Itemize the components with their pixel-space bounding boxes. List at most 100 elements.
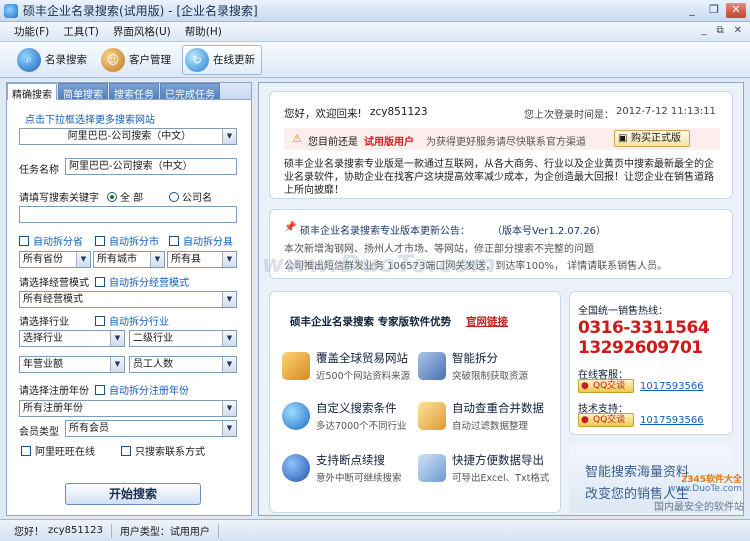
tab-precise-search[interactable]: 精确搜索 — [7, 83, 57, 101]
checkbox-box — [95, 316, 105, 326]
radio-all[interactable]: 全 部 — [107, 189, 143, 204]
minimize-button[interactable]: _ — [682, 3, 702, 18]
revenue-select-value: 年营业额 — [23, 359, 63, 370]
aliwangwang-checkbox[interactable]: 阿里旺旺在线 — [21, 443, 95, 458]
auto-split-business-mode-checkbox[interactable]: 自动拆分经营模式 — [95, 274, 189, 289]
chevron-down-icon: ▼ — [110, 331, 124, 346]
status-username: zcy851123 — [48, 525, 103, 536]
menu-skin[interactable]: 界面风格(U) — [113, 24, 171, 39]
site-select-value: 阿里巴巴-公司搜索（中文） — [67, 131, 192, 142]
reg-year-label: 请选择注册年份 — [19, 386, 89, 397]
update-globe-icon: ↻ — [185, 47, 209, 72]
features-card: 硕丰企业名录搜索 专家版软件优势 官网链接 覆盖全球贸易网站 近500个网站资料… — [269, 291, 561, 513]
chevron-down-icon: ▼ — [76, 252, 90, 267]
business-mode-select[interactable]: 所有经营模式 ▼ — [19, 291, 237, 308]
aliwangwang-label: 阿里旺旺在线 — [35, 447, 95, 458]
qq-number-link[interactable]: 1017593566 — [640, 381, 704, 392]
more-sites-link[interactable]: 点击下拉框选择更多搜索网站 — [25, 111, 155, 126]
contact-card: 全国统一销售热线： 0316-3311564 13292609701 在线客服：… — [569, 291, 733, 435]
menu-help[interactable]: 帮助(H) — [185, 24, 222, 39]
toolbar-customers-button[interactable]: ☺ 客户管理 — [98, 45, 178, 75]
reg-year-select-value: 所有注册年份 — [23, 403, 83, 414]
restore-button[interactable]: ❐ — [704, 3, 724, 18]
feature-item: 自动查重合并数据 自动过滤数据整理 — [418, 398, 548, 438]
auto-split-reg-year-label: 自动拆分注册年份 — [109, 386, 189, 397]
sub-industry-select[interactable]: 二级行业 ▼ — [129, 330, 237, 347]
buy-button[interactable]: ▣ 购买正式版 — [614, 130, 690, 147]
document-icon — [418, 402, 446, 430]
mdi-minimize-button[interactable]: _ — [701, 25, 706, 36]
app-icon — [4, 3, 18, 18]
reg-year-select[interactable]: 所有注册年份 ▼ — [19, 400, 237, 417]
feature-item: 自定义搜索条件 多达7000个不同行业 — [282, 398, 412, 438]
auto-split-city-checkbox[interactable]: 自动拆分市 — [95, 233, 159, 248]
province-select[interactable]: 所有省份 ▼ — [19, 251, 91, 268]
chevron-down-icon: ▼ — [222, 129, 236, 144]
hotline-phone-1: 0316-3311564 — [578, 318, 710, 338]
feature-title: 自动查重合并数据 — [452, 401, 544, 415]
mdi-close-button[interactable]: ✕ — [734, 25, 742, 36]
toolbar-search-label: 名录搜索 — [45, 54, 87, 66]
feature-subtitle: 意外中断可继续搜索 — [316, 473, 402, 484]
employees-select[interactable]: 员工人数 ▼ — [129, 356, 237, 373]
welcome-card: 您好，欢迎回来! zcy851123 您上次登录时间是： 2012-7-12 1… — [269, 91, 733, 199]
feature-subtitle: 多达7000个不同行业 — [316, 421, 407, 432]
radio-company[interactable]: 公司名 — [169, 189, 212, 204]
contact-only-checkbox[interactable]: 只搜索联系方式 — [121, 443, 205, 458]
site-select[interactable]: 阿里巴巴-公司搜索（中文） ▼ — [19, 128, 237, 145]
auto-split-county-checkbox[interactable]: 自动拆分县 — [169, 233, 233, 248]
province-select-value: 所有省份 — [23, 254, 63, 265]
industry-select[interactable]: 选择行业 ▼ — [19, 330, 125, 347]
checkbox-box — [95, 277, 105, 287]
auto-split-province-label: 自动拆分省 — [33, 237, 83, 248]
menu-tools[interactable]: 工具(T) — [63, 24, 99, 39]
industry-label: 请选择行业 — [19, 317, 69, 328]
county-select[interactable]: 所有县 ▼ — [167, 251, 237, 268]
notice-title: 硕丰企业名录搜索专业版本更新公告： — [300, 226, 470, 237]
auto-split-industry-label: 自动拆分行业 — [109, 317, 169, 328]
mdi-controls: _ ⧉ ✕ — [701, 25, 742, 36]
start-search-button[interactable]: 开始搜索 — [65, 483, 201, 505]
person-icon — [418, 352, 446, 380]
chevron-down-icon: ▼ — [222, 292, 236, 307]
features-heading: 硕丰企业名录搜索 专家版软件优势 — [290, 316, 452, 328]
feature-item: 智能拆分 突破限制获取资源 — [418, 348, 548, 388]
checkbox-box — [19, 236, 29, 246]
tab-search-tasks[interactable]: 搜索任务 — [109, 83, 159, 101]
buy-button-label: 购买正式版 — [631, 133, 681, 144]
customers-icon: ☺ — [101, 47, 125, 72]
toolbar-update-button[interactable]: ↻ 在线更新 — [182, 44, 262, 75]
auto-split-reg-year-checkbox[interactable]: 自动拆分注册年份 — [95, 382, 189, 397]
member-type-label: 会员类型 — [19, 427, 59, 438]
business-mode-label: 请选择经营模式 — [19, 278, 89, 289]
close-button[interactable]: ✕ — [726, 3, 746, 18]
qq-chat-button[interactable]: ● QQ交谈 — [578, 379, 634, 393]
greeting-text: 您好，欢迎回来! — [284, 108, 362, 120]
member-type-select[interactable]: 所有会员 ▼ — [65, 420, 237, 437]
auto-split-industry-checkbox[interactable]: 自动拆分行业 — [95, 313, 169, 328]
qq-chat-button-2[interactable]: ● QQ交谈 — [578, 413, 634, 427]
county-select-value: 所有县 — [171, 254, 201, 265]
feature-item: 快捷方便数据导出 可导出Excel、Txt格式 — [418, 450, 549, 490]
official-site-link[interactable]: 官网链接 — [466, 314, 508, 329]
feature-item: 支持断点续搜 意外中断可继续搜索 — [282, 450, 412, 490]
keyword-input[interactable] — [19, 206, 237, 223]
chart-icon — [282, 352, 310, 380]
tab-simple-search[interactable]: 简单搜索 — [58, 83, 108, 101]
qq-number-link-2[interactable]: 1017593566 — [640, 415, 704, 426]
city-select[interactable]: 所有城市 ▼ — [93, 251, 165, 268]
employees-select-value: 员工人数 — [133, 359, 173, 370]
menu-function[interactable]: 功能(F) — [14, 24, 49, 39]
status-greeting: 您好！ — [14, 527, 44, 538]
checkbox-box — [21, 446, 31, 456]
corner-watermark-line-2: www.DuoTe.com — [668, 484, 742, 494]
feature-title: 覆盖全球贸易网站 — [316, 351, 408, 365]
feature-subtitle: 近500个网站资料来源 — [316, 371, 411, 382]
toolbar-search-button[interactable]: ⌕ 名录搜索 — [14, 45, 94, 75]
mdi-restore-button[interactable]: ⧉ — [716, 25, 723, 36]
task-name-input[interactable]: 阿里巴巴-公司搜索（中文） — [65, 158, 237, 175]
home-panel: 您好，欢迎回来! zcy851123 您上次登录时间是： 2012-7-12 1… — [258, 82, 744, 516]
revenue-select[interactable]: 年营业额 ▼ — [19, 356, 125, 373]
auto-split-province-checkbox[interactable]: 自动拆分省 — [19, 233, 83, 248]
tab-completed-tasks[interactable]: 已完成任务 — [160, 83, 220, 101]
